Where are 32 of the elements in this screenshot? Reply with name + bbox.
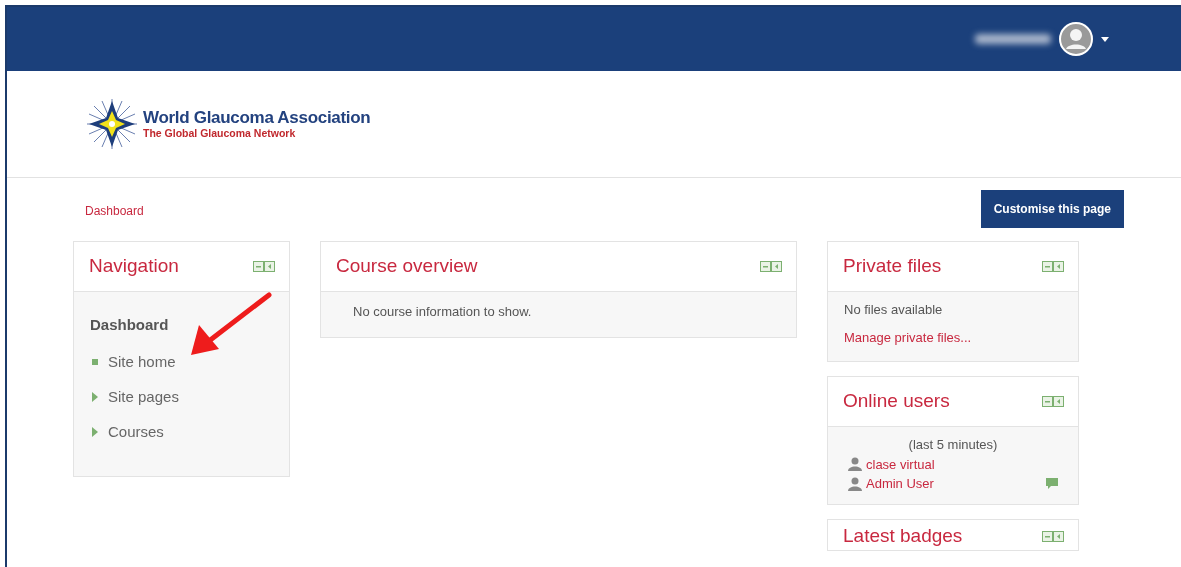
block-title: Private files: [843, 255, 942, 278]
block-title: Navigation: [89, 255, 179, 278]
empty-message: No course information to show.: [353, 303, 533, 321]
user-link[interactable]: clase virtual: [866, 454, 935, 474]
avatar-icon: [1059, 22, 1093, 56]
nav-item-link[interactable]: Site pages: [108, 385, 179, 409]
user-icon: [848, 476, 862, 491]
user-menu[interactable]: [1059, 22, 1109, 56]
nav-item-link[interactable]: Site home: [108, 350, 176, 374]
user-icon: [848, 457, 862, 472]
empty-message: No files available: [844, 301, 944, 319]
block-controls-icon[interactable]: [1042, 261, 1064, 272]
user-link[interactable]: Admin User: [866, 474, 934, 494]
block-controls-icon[interactable]: [1042, 396, 1064, 407]
star-logo-icon: [85, 97, 139, 151]
block-title: Online users: [843, 390, 950, 413]
nav-item-link[interactable]: Courses: [108, 420, 164, 444]
breadcrumb-link[interactable]: Dashboard: [85, 204, 144, 218]
square-bullet-icon: [92, 359, 98, 365]
customise-page-button[interactable]: Customise this page: [980, 190, 1124, 228]
caret-icon: [1101, 36, 1109, 42]
block-controls-icon[interactable]: [760, 261, 782, 272]
block-title: Latest badges: [843, 524, 963, 548]
period-text: (last 5 minutes): [907, 436, 999, 454]
block-title: Course overview: [336, 255, 478, 278]
message-icon[interactable]: [1046, 478, 1058, 490]
block-controls-icon[interactable]: [1042, 530, 1064, 542]
manage-files-link[interactable]: Manage private files...: [844, 329, 972, 345]
logo-subtitle: The Global Glaucoma Network: [143, 127, 297, 140]
nav-heading[interactable]: Dashboard: [90, 316, 169, 333]
block-controls-icon[interactable]: [253, 261, 275, 272]
logo-title: World Glaucoma Association: [143, 108, 371, 128]
